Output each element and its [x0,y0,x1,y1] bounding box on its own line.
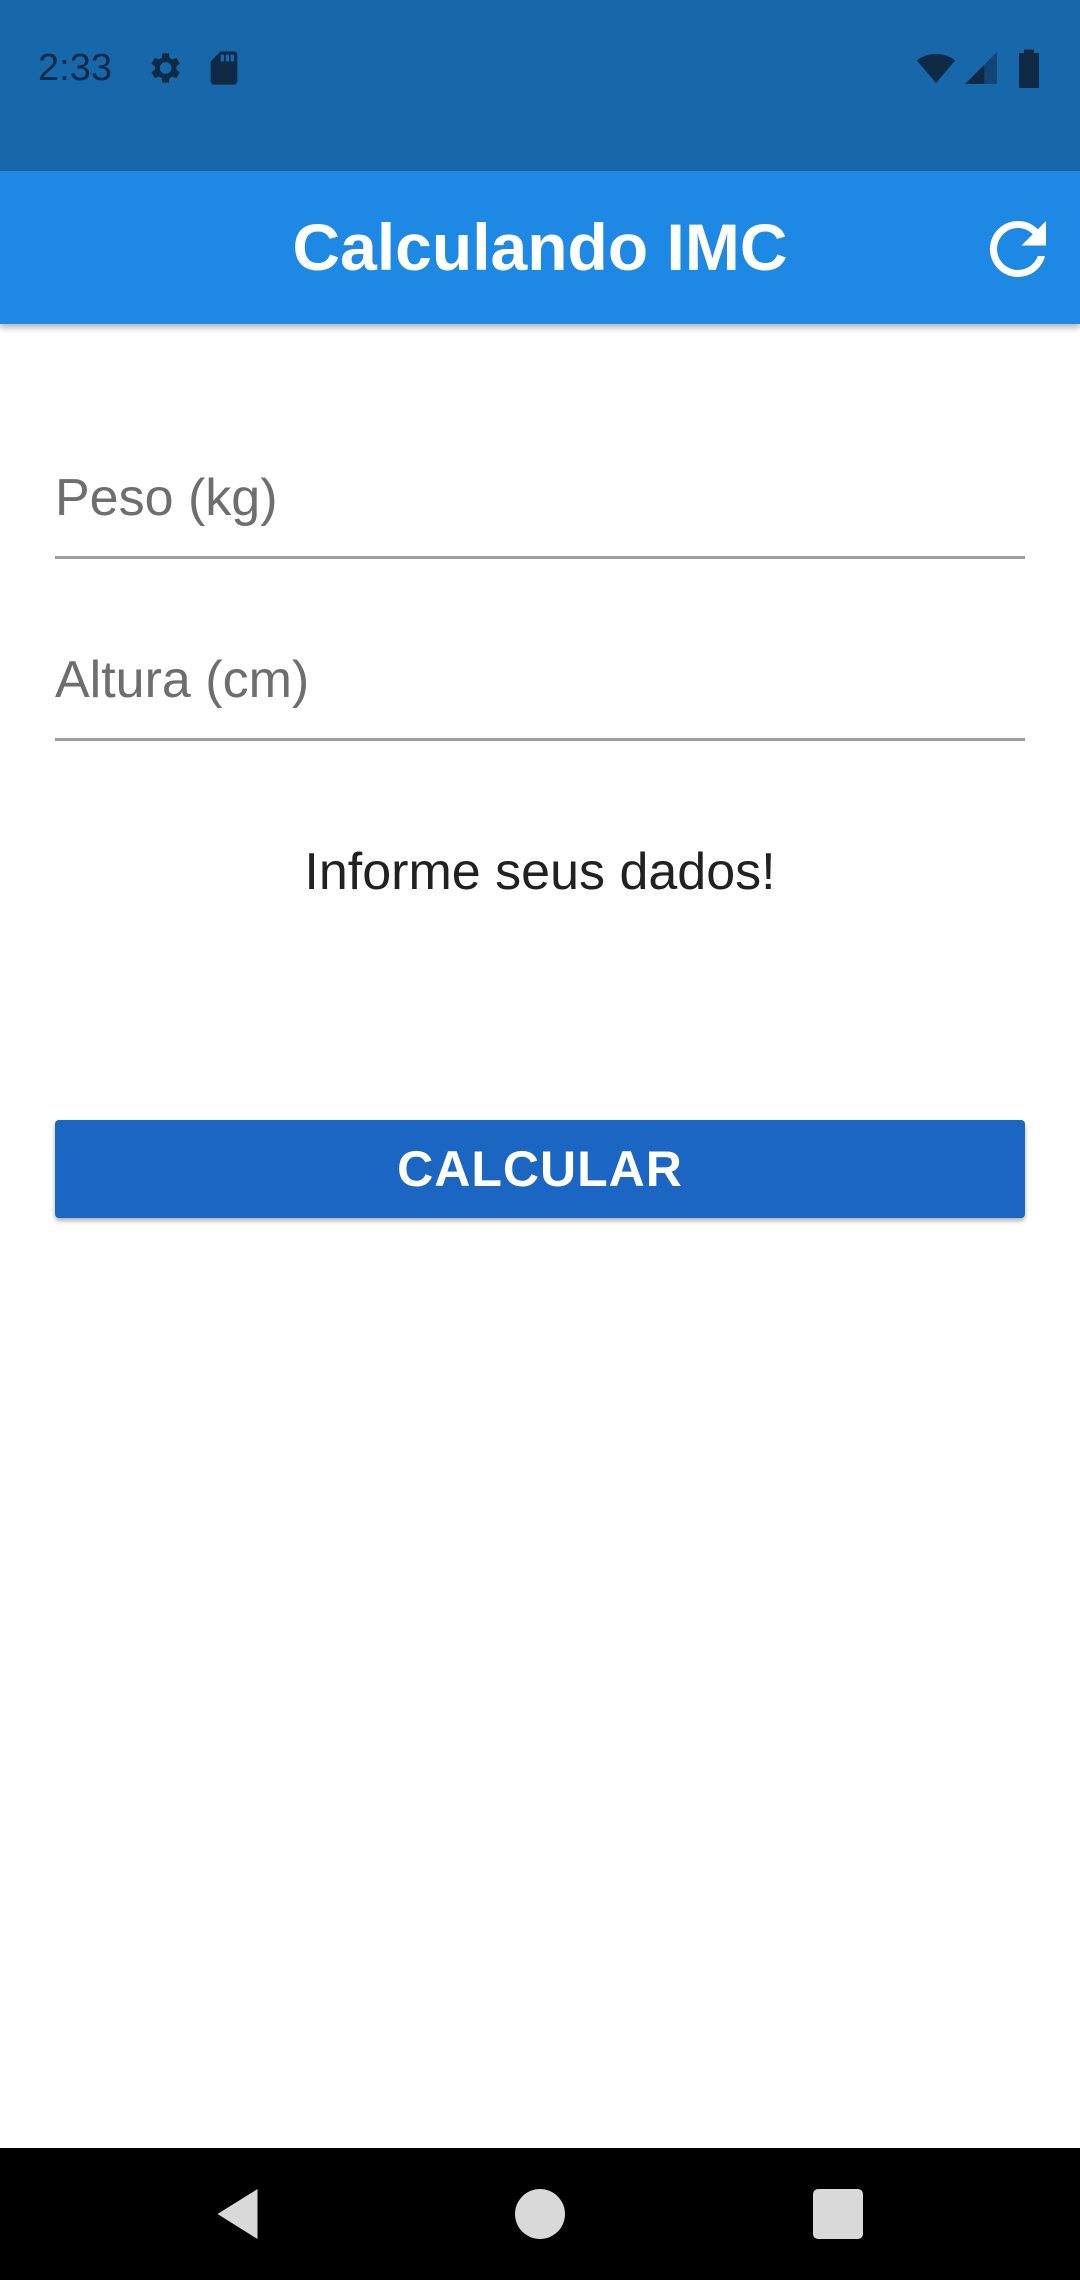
home-button[interactable] [510,2184,570,2244]
wifi-icon [914,48,958,88]
refresh-icon [989,220,1046,277]
app-title: Calculando IMC [292,210,788,284]
refresh-button[interactable] [976,207,1060,291]
height-field [55,622,1025,742]
height-input[interactable] [55,622,1025,741]
app-bar: Calculando IMC [0,171,1080,324]
recents-button[interactable] [808,2184,868,2244]
weight-input[interactable] [55,440,1025,559]
weight-field [55,440,1025,560]
navigation-bar [0,2148,1080,2280]
gear-icon [144,48,184,88]
info-text: Informe seus dados! [304,843,776,901]
status-time: 2:33 [38,47,112,89]
signal-icon [962,48,1000,88]
recents-icon [813,2189,863,2239]
app-screen: 2:33 Calculando IMC Informe s [0,0,1080,2280]
calculate-button[interactable]: CALCULAR [55,1120,1025,1218]
sd-card-icon [204,48,244,88]
back-icon [217,2189,258,2239]
back-button[interactable] [210,2184,270,2244]
status-bar: 2:33 [0,0,1080,171]
battery-icon [1014,48,1044,88]
home-icon [515,2189,565,2239]
